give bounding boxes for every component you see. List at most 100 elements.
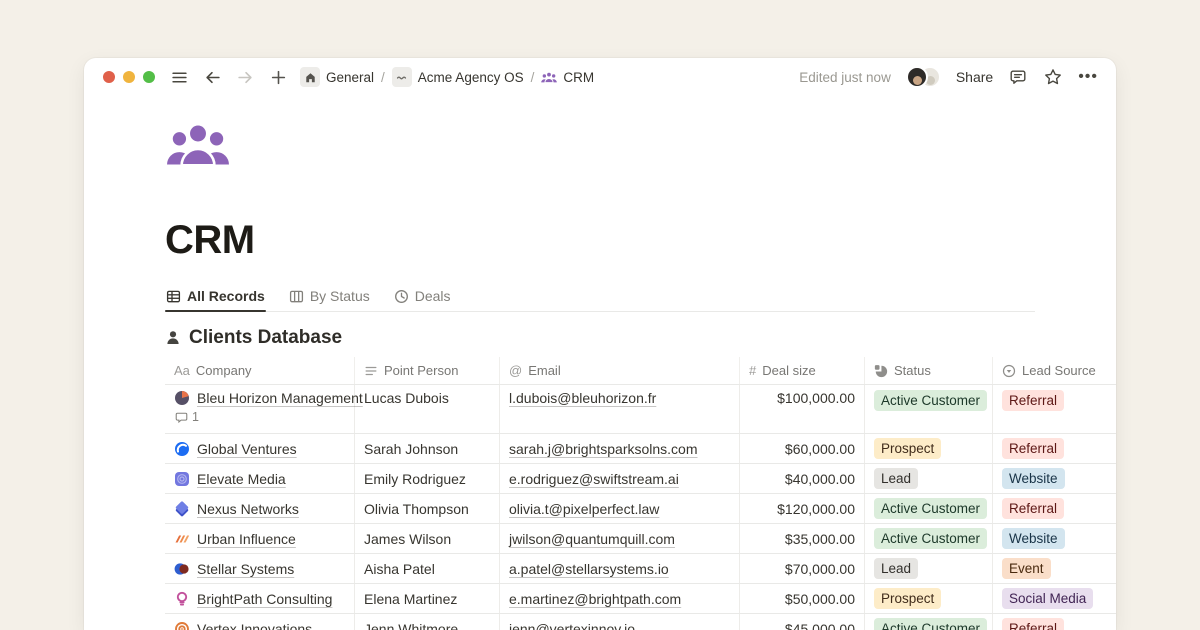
- point-person-cell[interactable]: Sarah Johnson: [364, 441, 458, 457]
- zoom-window-button[interactable]: [143, 71, 155, 83]
- column-header-lead-source[interactable]: Lead Source: [993, 357, 1116, 384]
- breadcrumb-item-general[interactable]: General: [326, 70, 374, 85]
- deal-size-cell[interactable]: $40,000.00: [785, 471, 855, 487]
- point-person-cell[interactable]: Lucas Dubois: [364, 390, 449, 406]
- lead-source-badge[interactable]: Website: [1002, 468, 1065, 489]
- lead-source-badge[interactable]: Website: [1002, 528, 1065, 549]
- company-link[interactable]: Stellar Systems: [197, 561, 294, 577]
- tab-by-status[interactable]: By Status: [288, 285, 371, 311]
- indigo-square-icon: [174, 471, 190, 487]
- table-row[interactable]: Bleu Horizon Management 1 Lucas Dubois l…: [165, 385, 1116, 434]
- minimize-window-button[interactable]: [123, 71, 135, 83]
- point-person-cell[interactable]: Elena Martinez: [364, 591, 457, 607]
- select-property-icon: [1002, 364, 1016, 378]
- deal-size-cell[interactable]: $70,000.00: [785, 561, 855, 577]
- status-property-icon: [874, 364, 888, 378]
- company-link[interactable]: Urban Influence: [197, 531, 296, 547]
- breadcrumb-separator: /: [381, 70, 385, 85]
- company-link[interactable]: Nexus Networks: [197, 501, 299, 517]
- breadcrumb-item-workspace[interactable]: Acme Agency OS: [418, 70, 524, 85]
- deal-size-cell[interactable]: $35,000.00: [785, 531, 855, 547]
- lead-source-badge[interactable]: Referral: [1002, 618, 1064, 630]
- point-person-cell[interactable]: Aisha Patel: [364, 561, 435, 577]
- home-icon[interactable]: [300, 67, 320, 87]
- page-icon-people-group[interactable]: [165, 122, 1116, 168]
- blue-globe-icon: [174, 441, 190, 457]
- lead-source-badge[interactable]: Social Media: [1002, 588, 1093, 609]
- status-badge[interactable]: Lead: [874, 468, 918, 489]
- status-badge[interactable]: Active Customer: [874, 390, 987, 411]
- column-header-status[interactable]: Status: [865, 357, 993, 384]
- email-link[interactable]: e.martinez@brightpath.com: [509, 591, 681, 607]
- column-header-deal-size[interactable]: # Deal size: [740, 357, 865, 384]
- deal-size-cell[interactable]: $50,000.00: [785, 591, 855, 607]
- collaborator-avatars[interactable]: [906, 66, 941, 88]
- point-person-cell[interactable]: Olivia Thompson: [364, 501, 469, 517]
- lead-source-badge[interactable]: Referral: [1002, 390, 1064, 411]
- status-badge[interactable]: Prospect: [874, 588, 941, 609]
- company-link[interactable]: Vertex Innovations: [197, 621, 312, 630]
- email-link[interactable]: a.patel@stellarsystems.io: [509, 561, 669, 577]
- deal-size-cell[interactable]: $100,000.00: [777, 390, 855, 406]
- table-row[interactable]: Elevate Media Emily Rodriguez e.rodrigue…: [165, 464, 1116, 494]
- status-badge[interactable]: Active Customer: [874, 528, 987, 549]
- email-link[interactable]: sarah.j@brightsparksolns.com: [509, 441, 698, 457]
- tab-all-records[interactable]: All Records: [165, 285, 266, 311]
- blue-diamond-icon: [174, 501, 190, 517]
- board-view-icon: [289, 289, 304, 304]
- status-badge[interactable]: Active Customer: [874, 618, 987, 630]
- column-header-company[interactable]: Aa Company: [165, 357, 355, 384]
- sidebar-menu-icon[interactable]: [169, 67, 189, 87]
- lead-source-badge[interactable]: Referral: [1002, 498, 1064, 519]
- table-row[interactable]: BrightPath Consulting Elena Martinez e.m…: [165, 584, 1116, 614]
- favorite-star-icon[interactable]: [1043, 67, 1063, 87]
- email-link[interactable]: jwilson@quantumquill.com: [509, 531, 675, 547]
- email-link[interactable]: jenn@vertexinnov.io: [509, 621, 635, 630]
- comment-bubble-icon: [175, 411, 188, 424]
- traffic-lights: [103, 71, 155, 83]
- comment-count[interactable]: 1: [174, 410, 363, 424]
- status-badge[interactable]: Active Customer: [874, 498, 987, 519]
- table-row[interactable]: Urban Influence James Wilson jwilson@qua…: [165, 524, 1116, 554]
- comments-icon[interactable]: [1008, 67, 1028, 87]
- lead-source-badge[interactable]: Event: [1002, 558, 1051, 579]
- status-badge[interactable]: Lead: [874, 558, 918, 579]
- breadcrumb-separator: /: [531, 70, 535, 85]
- clients-table: Aa Company Point Person @ Email # Deal s…: [165, 357, 1116, 630]
- point-person-cell[interactable]: Jenn Whitmore: [364, 621, 458, 630]
- pink-lightbulb-icon: [174, 591, 190, 607]
- company-link[interactable]: Global Ventures: [197, 441, 297, 457]
- table-row[interactable]: Global Ventures Sarah Johnson sarah.j@br…: [165, 434, 1116, 464]
- close-window-button[interactable]: [103, 71, 115, 83]
- breadcrumb-item-crm[interactable]: CRM: [563, 70, 594, 85]
- table-header-row: Aa Company Point Person @ Email # Deal s…: [165, 357, 1116, 385]
- deal-size-cell[interactable]: $120,000.00: [777, 501, 855, 517]
- avatar: [906, 66, 928, 88]
- company-link[interactable]: Elevate Media: [197, 471, 286, 487]
- database-title[interactable]: Clients Database: [189, 327, 342, 349]
- company-link[interactable]: BrightPath Consulting: [197, 591, 332, 607]
- more-options-icon[interactable]: •••: [1078, 69, 1098, 85]
- email-link[interactable]: l.dubois@bleuhorizon.fr: [509, 390, 656, 406]
- email-link[interactable]: olivia.t@pixelperfect.law: [509, 501, 659, 517]
- email-link[interactable]: e.rodriguez@swiftstream.ai: [509, 471, 679, 487]
- forward-icon[interactable]: [235, 67, 255, 87]
- company-link[interactable]: Bleu Horizon Management: [197, 390, 363, 406]
- table-row[interactable]: Nexus Networks Olivia Thompson olivia.t@…: [165, 494, 1116, 524]
- deal-size-cell[interactable]: $60,000.00: [785, 441, 855, 457]
- share-button[interactable]: Share: [956, 69, 993, 85]
- column-header-email[interactable]: @ Email: [500, 357, 740, 384]
- squiggle-page-icon[interactable]: [392, 67, 412, 87]
- back-icon[interactable]: [202, 67, 222, 87]
- column-header-point-person[interactable]: Point Person: [355, 357, 500, 384]
- status-badge[interactable]: Prospect: [874, 438, 941, 459]
- deal-size-cell[interactable]: $45,000.00: [785, 621, 855, 630]
- tab-deals[interactable]: Deals: [393, 285, 452, 311]
- table-row[interactable]: Vertex Innovations Jenn Whitmore jenn@ve…: [165, 614, 1116, 630]
- new-page-icon[interactable]: [268, 67, 288, 87]
- lead-source-badge[interactable]: Referral: [1002, 438, 1064, 459]
- point-person-cell[interactable]: James Wilson: [364, 531, 451, 547]
- table-row[interactable]: Stellar Systems Aisha Patel a.patel@stel…: [165, 554, 1116, 584]
- view-tabs: All Records By Status Deals: [165, 285, 1035, 312]
- point-person-cell[interactable]: Emily Rodriguez: [364, 471, 466, 487]
